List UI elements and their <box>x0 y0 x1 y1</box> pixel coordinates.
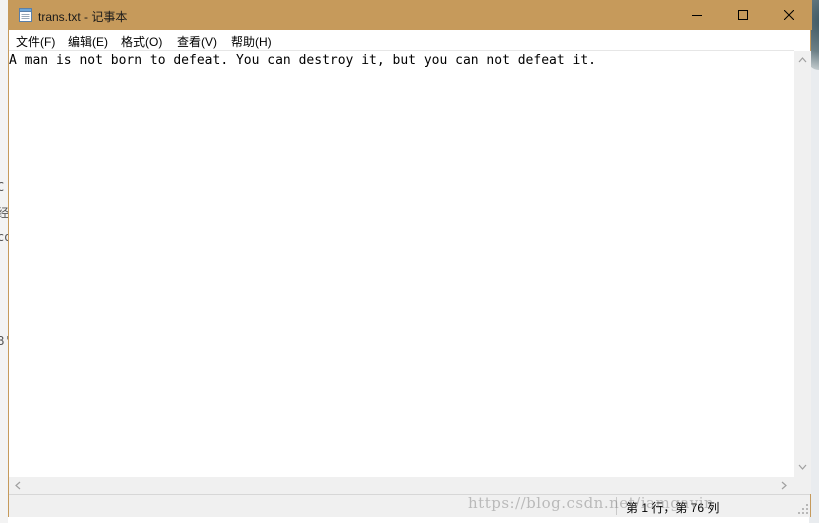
menu-help[interactable]: 帮助(H) <box>231 33 272 50</box>
resize-grip-icon[interactable] <box>797 503 809 515</box>
background-desktop-left: C 经 co B' <box>0 0 11 523</box>
vertical-scrollbar[interactable] <box>794 51 811 477</box>
menu-file[interactable]: 文件(F) <box>16 33 55 50</box>
background-text-fragment: C <box>0 180 5 194</box>
scroll-right-icon[interactable] <box>780 481 788 490</box>
minimize-button[interactable] <box>674 0 720 30</box>
notepad-window: trans.txt - 记事本 文件(F) 编辑(E) 格式(O) 查看(V) … <box>8 0 812 517</box>
watermark: https://blog.csdn.net/iamgavin <box>468 494 715 512</box>
editor-content[interactable]: A man is not born to defeat. You can des… <box>9 53 596 68</box>
close-button[interactable] <box>766 0 812 30</box>
menu-bar: 文件(F) 编辑(E) 格式(O) 查看(V) 帮助(H) <box>9 30 810 50</box>
menu-format[interactable]: 格式(O) <box>121 33 162 50</box>
scroll-up-icon[interactable] <box>798 56 807 64</box>
title-bar[interactable]: trans.txt - 记事本 <box>9 0 812 30</box>
maximize-icon <box>738 10 748 20</box>
close-icon <box>784 10 794 20</box>
scroll-left-icon[interactable] <box>14 481 22 490</box>
window-title: trans.txt - 记事本 <box>38 10 128 24</box>
minimize-icon <box>692 15 702 16</box>
notepad-icon <box>19 8 32 22</box>
menu-view[interactable]: 查看(V) <box>177 33 217 50</box>
maximize-button[interactable] <box>720 0 766 30</box>
text-editor-area[interactable]: A man is not born to defeat. You can des… <box>9 50 794 478</box>
scroll-down-icon[interactable] <box>798 463 807 471</box>
horizontal-scrollbar[interactable] <box>9 477 794 494</box>
menu-edit[interactable]: 编辑(E) <box>68 33 108 50</box>
scrollbar-corner <box>794 477 811 494</box>
